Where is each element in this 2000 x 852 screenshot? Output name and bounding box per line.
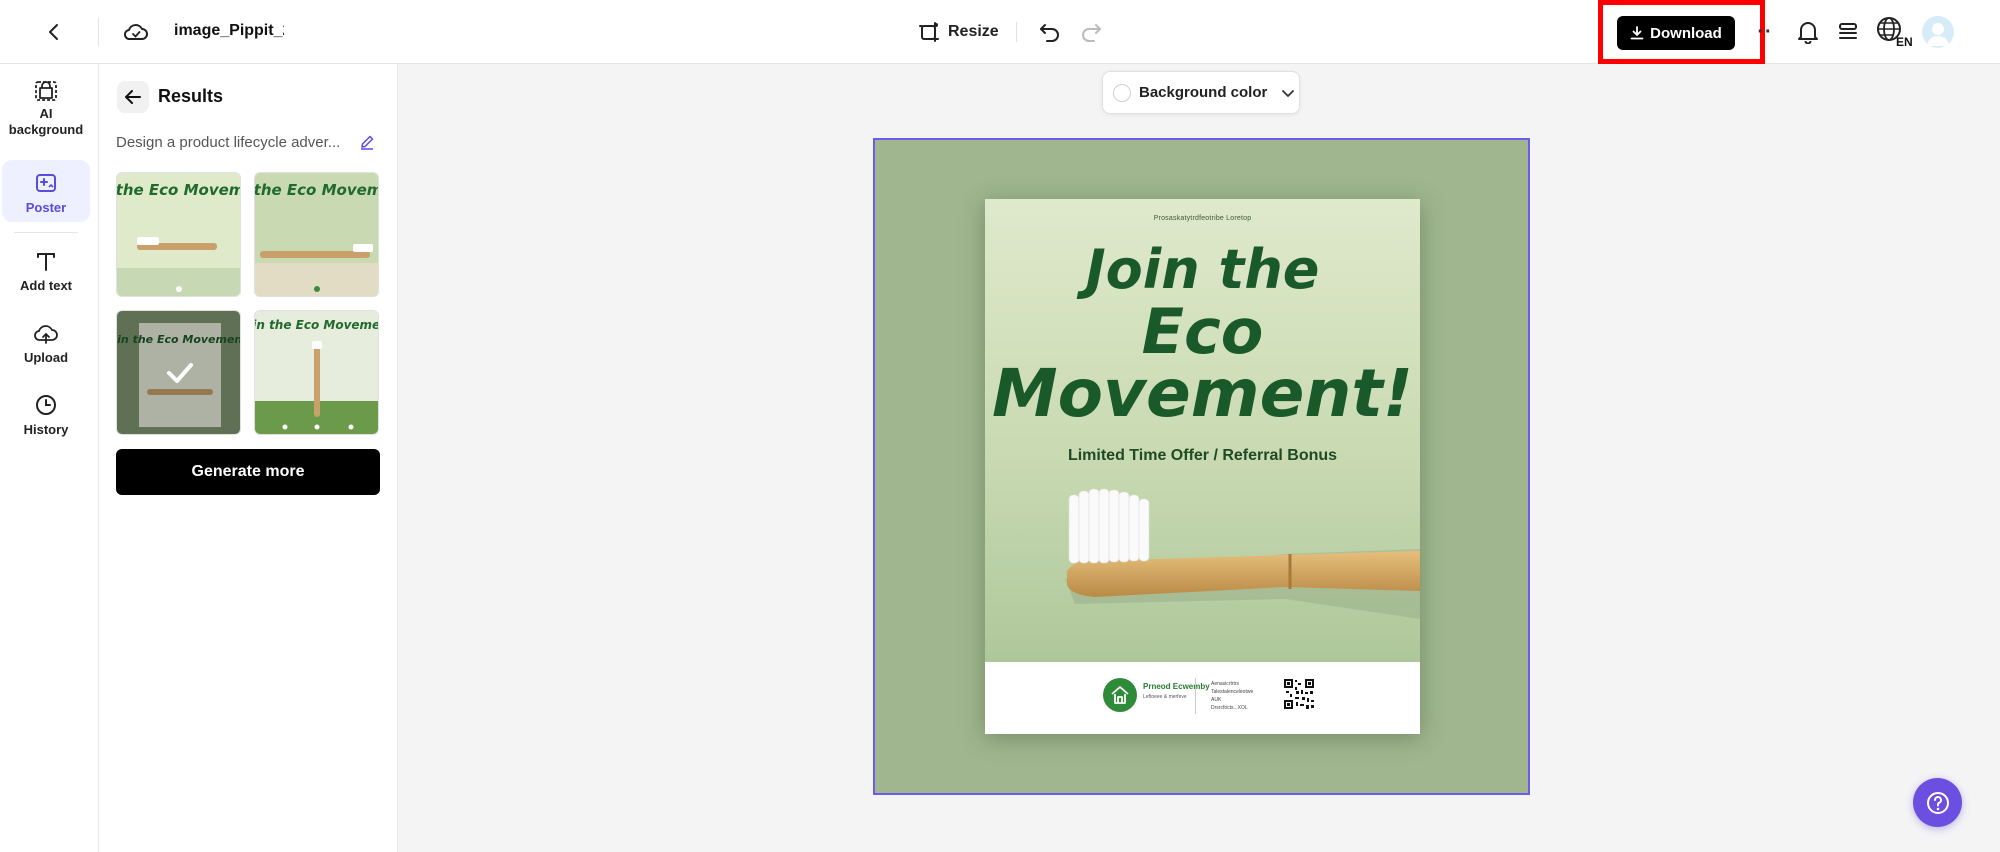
rail-item-ai-background[interactable]: AI background — [2, 78, 90, 138]
rail-label: History — [23, 422, 69, 437]
result-thumbnail[interactable]: Join the Eco Movement — [254, 310, 379, 435]
rail-item-poster[interactable]: Poster — [2, 160, 90, 222]
rail-label: Upload — [23, 350, 69, 365]
back-button[interactable] — [36, 14, 72, 50]
undo-button[interactable] — [1034, 16, 1066, 48]
rail-item-add-text[interactable]: Add text — [2, 248, 90, 298]
edit-prompt-button[interactable] — [356, 131, 378, 153]
rail-item-upload[interactable]: Upload — [2, 320, 90, 370]
divider — [1195, 678, 1196, 714]
result-thumbnail[interactable]: Join the Eco Movement! — [254, 172, 379, 297]
color-swatch — [1113, 83, 1131, 102]
notifications-button[interactable] — [1792, 16, 1824, 48]
headline-line-2: Eco — [1141, 295, 1264, 368]
rail-item-history[interactable]: History — [2, 392, 90, 442]
divider — [14, 232, 78, 233]
thumbnail-title: Join the Eco Movement — [255, 318, 379, 332]
download-icon — [1630, 26, 1644, 40]
cloud-icon — [123, 24, 148, 40]
info-line: Talestalenceleotwe — [1211, 689, 1254, 695]
info-line: Drsrcfocts...XOL — [1211, 705, 1248, 711]
layers-button[interactable] — [1832, 16, 1864, 48]
rail-label: Add text — [20, 278, 72, 293]
info-line: Aenasicrtrtrs — [1211, 681, 1240, 687]
brand-logo-icon — [1103, 678, 1137, 712]
brand-name-text: Prneod Ecwemby — [1143, 682, 1210, 691]
resize-button[interactable]: Resize — [918, 16, 999, 48]
user-avatar-icon — [1927, 23, 1949, 46]
background-color-label: Background color — [1139, 84, 1268, 101]
stack-icon — [1839, 23, 1857, 39]
thumbnail-title: Join the Eco Movement! — [117, 181, 241, 199]
tool-rail: AI background Poster Add text Upload His… — [0, 64, 99, 852]
results-panel: Results Design a product lifecycle adver… — [99, 64, 398, 852]
poster[interactable]: Prosaskatytrdfeotribe Loretop Join the E… — [985, 199, 1420, 734]
thumbnail-title: Join the Eco Movement! — [255, 181, 379, 199]
results-title: Results — [158, 86, 224, 106]
chevron-down-icon — [1282, 89, 1295, 97]
brand-tagline: Leftoeee & merfeve — [1143, 694, 1187, 700]
poster-top-line: Prosaskatytrdfeotribe Loretop — [1153, 215, 1252, 222]
globe-icon: EN — [1877, 17, 1913, 49]
chevron-left-icon — [49, 24, 58, 40]
pencil-icon — [361, 135, 374, 150]
top-toolbar: image_Pippit_20 Resize Download ·· EN — [0, 0, 2000, 64]
help-button[interactable] — [1913, 778, 1962, 827]
result-thumbnail[interactable]: Join the Eco Movement! — [116, 172, 241, 297]
file-name[interactable]: image_Pippit_20 — [174, 22, 284, 40]
arrow-left-icon — [125, 90, 141, 104]
avatar[interactable] — [1922, 16, 1954, 48]
resize-label: Resize — [948, 23, 999, 40]
poster-headline: Join the Eco Movement! — [985, 238, 1420, 432]
background-color-dropdown[interactable]: Background color — [1102, 71, 1300, 114]
cloud-sync-button[interactable] — [118, 14, 154, 50]
rail-label: AI background — [8, 106, 84, 137]
generate-more-button[interactable]: Generate more — [116, 449, 380, 495]
language-code: EN — [1896, 35, 1913, 49]
redo-button[interactable] — [1075, 16, 1107, 48]
divider — [1016, 22, 1017, 42]
text-icon — [33, 248, 59, 274]
download-button[interactable]: Download — [1617, 16, 1735, 50]
results-back-button[interactable] — [117, 81, 149, 113]
rail-label: Poster — [25, 200, 67, 215]
bell-icon — [1798, 22, 1818, 44]
more-options-button[interactable]: ·· — [1752, 16, 1778, 48]
ai-background-icon — [33, 78, 59, 102]
poster-icon — [33, 170, 59, 196]
divider — [98, 18, 99, 46]
download-label: Download — [1650, 24, 1722, 42]
brand-name: Prneod Ecwemby Leftoeee & merfeve — [1143, 682, 1210, 702]
question-mark-icon — [1926, 791, 1949, 814]
upload-cloud-icon — [33, 320, 59, 346]
poster-info: Aenasicrtrtrs Talestalenceleotwe AUK Drs… — [1211, 680, 1253, 712]
info-line: AUK — [1211, 697, 1222, 703]
resize-icon — [919, 22, 939, 42]
headline-line-3: Movement! — [992, 355, 1413, 432]
design-canvas[interactable]: Prosaskatytrdfeotribe Loretop Join the E… — [873, 138, 1530, 795]
poster-subtitle: Limited Time Offer / Referral Bonus — [1067, 447, 1338, 464]
language-button[interactable]: EN — [1874, 14, 1914, 50]
poster-footer: Prneod Ecwemby Leftoeee & merfeve Aenasi… — [985, 662, 1420, 734]
prompt-text: Design a product lifecycle adver... — [116, 134, 341, 151]
headline-line-1: Join the — [1085, 238, 1320, 301]
redo-icon — [1082, 24, 1101, 42]
undo-icon — [1040, 24, 1059, 42]
qr-code-icon — [1283, 678, 1315, 710]
result-thumbnail-selected[interactable]: Join the Eco Movement! — [116, 310, 241, 435]
clock-icon — [33, 392, 59, 418]
